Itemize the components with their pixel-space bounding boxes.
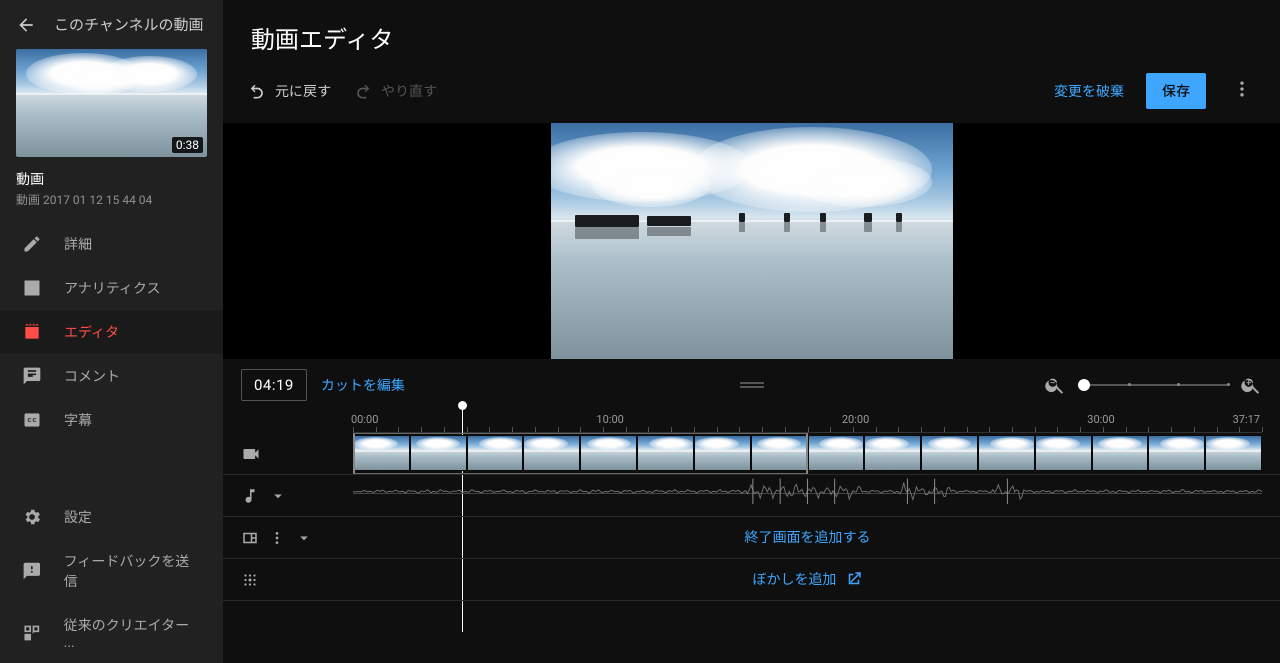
undo-label: 元に戻す [275, 81, 331, 101]
video-icon [241, 444, 261, 464]
nav-analytics[interactable]: アナリティクス [0, 266, 223, 310]
nav-label: 詳細 [64, 234, 92, 254]
redo-icon [353, 81, 373, 101]
filmstrip-frame [410, 435, 467, 471]
nav-editor[interactable]: エディタ [0, 310, 223, 354]
chevron-down-icon[interactable] [269, 487, 287, 505]
filmstrip-frame [580, 435, 637, 471]
nav-details[interactable]: 詳細 [0, 222, 223, 266]
nav-feedback[interactable]: フィードバックを送信 [0, 539, 223, 603]
zoom-in-icon[interactable] [1240, 374, 1262, 396]
filmstrip-frame [467, 435, 524, 471]
nav-label: フィードバックを送信 [64, 551, 201, 591]
filmstrip-frame [637, 435, 694, 471]
gear-icon [22, 507, 42, 527]
page-title: 動画エディタ [223, 0, 1280, 65]
cc-icon [22, 410, 42, 430]
more-vert-icon[interactable] [269, 530, 285, 546]
comment-icon [22, 366, 42, 386]
back-arrow-icon [16, 15, 36, 35]
nav-label: コメント [64, 366, 120, 386]
nav-subtitles[interactable]: 字幕 [0, 398, 223, 442]
filmstrip-frame [1205, 435, 1262, 471]
filmstrip-frame [808, 435, 865, 471]
add-endscreen-button[interactable]: 終了画面を追加する [353, 517, 1262, 557]
zoom-out-icon[interactable] [1044, 374, 1066, 396]
video-preview[interactable] [223, 123, 1280, 359]
more-button[interactable] [1228, 75, 1256, 107]
ruler-tick: 30:00 [1087, 413, 1114, 426]
filmstrip-frame [751, 435, 808, 471]
video-name: 動画 2017 01 12 15 44 04 [0, 191, 223, 222]
nav-settings[interactable]: 設定 [0, 495, 223, 539]
nav-comments[interactable]: コメント [0, 354, 223, 398]
open-in-new-icon [845, 570, 863, 588]
filmstrip-frame [921, 435, 978, 471]
time-ruler[interactable]: 00:00 10:00 20:00 30:00 37:17 [353, 411, 1262, 433]
ruler-tick: 37:17 [1233, 413, 1260, 426]
filmstrip-frame [1092, 435, 1149, 471]
filmstrip-frame [978, 435, 1035, 471]
video-thumbnail[interactable]: 0:38 [16, 49, 207, 157]
ruler-tick: 20:00 [842, 413, 869, 426]
discard-button[interactable]: 変更を破棄 [1054, 81, 1124, 101]
main: 動画エディタ 元に戻す やり直す 変更を破棄 保存 [223, 0, 1280, 663]
music-icon [241, 487, 259, 505]
nav-label: 従来のクリエイター ... [64, 615, 201, 651]
edit-cut-button[interactable]: カットを編集 [321, 375, 405, 395]
redo-button[interactable]: やり直す [353, 81, 437, 101]
chevron-down-icon[interactable] [295, 529, 313, 547]
classic-icon [22, 623, 42, 643]
audio-track[interactable] [223, 475, 1280, 517]
drag-handle-icon[interactable] [740, 381, 764, 389]
undo-icon [247, 81, 267, 101]
filmstrip-frame [523, 435, 580, 471]
endscreen-icon [241, 529, 259, 547]
blur-track: ぼかしを追加 [223, 559, 1280, 601]
timeline-controls: 04:19 カットを編集 [223, 359, 1280, 411]
ruler-tick: 00:00 [351, 413, 378, 426]
editor-icon [22, 322, 42, 342]
video-track[interactable] [223, 433, 1280, 475]
back-row[interactable]: このチャンネルの動画 [0, 0, 223, 49]
save-button[interactable]: 保存 [1146, 73, 1206, 109]
video-section-label: 動画 [0, 157, 223, 191]
add-blur-button[interactable]: ぼかしを追加 [353, 559, 1262, 599]
nav-label: アナリティクス [64, 278, 160, 298]
current-time[interactable]: 04:19 [241, 369, 307, 401]
undo-button[interactable]: 元に戻す [247, 81, 331, 101]
endscreen-track: 終了画面を追加する [223, 517, 1280, 559]
filmstrip-frame [694, 435, 751, 471]
waveform [353, 475, 1262, 511]
tracks: 終了画面を追加する ぼかしを追加 [223, 433, 1280, 601]
chart-icon [22, 278, 42, 298]
blur-icon [241, 571, 259, 589]
sidebar: このチャンネルの動画 0:38 動画 動画 2017 01 12 15 44 0… [0, 0, 223, 663]
back-label: このチャンネルの動画 [54, 14, 204, 35]
ruler-tick: 10:00 [596, 413, 623, 426]
nav-label: 設定 [64, 507, 92, 527]
more-vert-icon [1232, 79, 1252, 99]
pencil-icon [22, 234, 42, 254]
zoom-slider[interactable] [1078, 384, 1228, 386]
nav-label: エディタ [64, 322, 119, 342]
filmstrip-frame [1035, 435, 1092, 471]
filmstrip-frame [353, 435, 410, 471]
nav-classic[interactable]: 従来のクリエイター ... [0, 603, 223, 663]
sidebar-nav: 詳細 アナリティクス エディタ コメント 字幕 [0, 222, 223, 442]
feedback-icon [22, 561, 42, 581]
nav-label: 字幕 [64, 410, 92, 430]
filmstrip-frame [864, 435, 921, 471]
zoom-controls [1044, 374, 1262, 396]
filmstrip-frame [1148, 435, 1205, 471]
duration-badge: 0:38 [172, 137, 203, 153]
toolbar: 元に戻す やり直す 変更を破棄 保存 [223, 65, 1280, 123]
redo-label: やり直す [381, 81, 437, 101]
